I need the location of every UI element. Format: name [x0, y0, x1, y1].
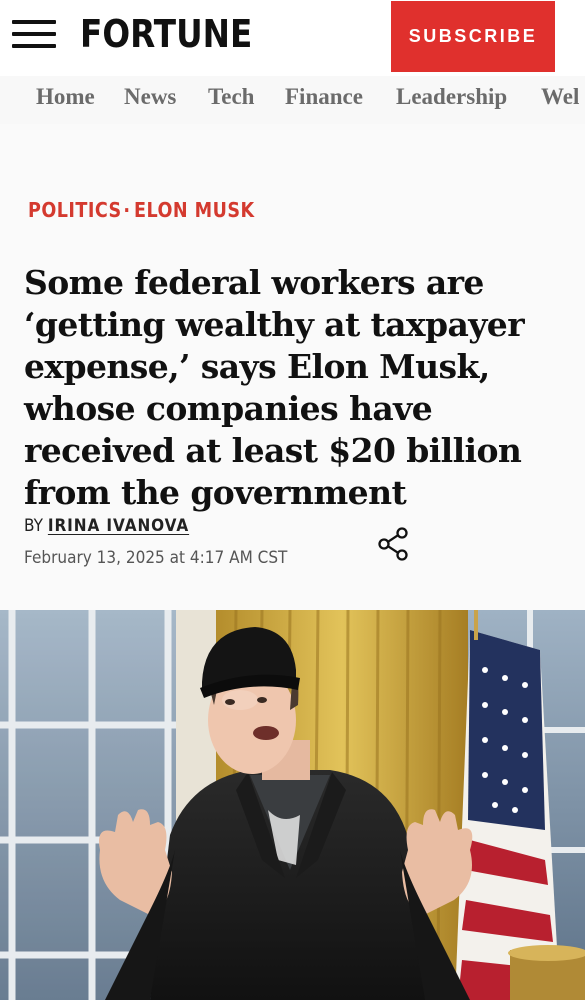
byline-prefix: BY — [24, 516, 44, 536]
nav-item-tech[interactable]: Tech — [208, 84, 254, 110]
site-header: FORTUNE SUBSCRIBE — [0, 0, 585, 76]
article-hero-photo[interactable] — [0, 610, 585, 1000]
nav-item-wellness[interactable]: Wel — [541, 84, 579, 110]
article-headline: Some federal workers are ‘getting wealth… — [24, 263, 525, 512]
nav-item-news[interactable]: News — [124, 84, 176, 110]
menu-bar — [12, 44, 56, 48]
menu-bar — [12, 20, 56, 24]
fortune-logo[interactable]: FORTUNE — [80, 10, 252, 58]
nav-item-leadership[interactable]: Leadership — [396, 84, 507, 110]
subscribe-button[interactable]: SUBSCRIBE — [391, 1, 555, 72]
nav-item-finance[interactable]: Finance — [285, 84, 363, 110]
author-link[interactable]: IRINA IVANOVA — [48, 516, 189, 536]
nav-item-home[interactable]: Home — [36, 84, 95, 110]
category-elon-musk-link[interactable]: ELON MUSK — [134, 198, 255, 222]
section-nav: Home News Tech Finance Leadership Wel — [0, 76, 585, 124]
byline: BY IRINA IVANOVA — [24, 516, 189, 536]
category-politics-link[interactable]: POLITICS — [28, 198, 122, 222]
publish-date: February 13, 2025 at 4:17 AM CST — [24, 548, 288, 568]
article-categories: POLITICS· ELON MUSK — [28, 198, 255, 222]
share-icon[interactable] — [374, 524, 414, 564]
category-separator: · — [123, 198, 131, 222]
menu-bar — [12, 32, 56, 36]
hamburger-menu-icon[interactable] — [12, 18, 58, 50]
